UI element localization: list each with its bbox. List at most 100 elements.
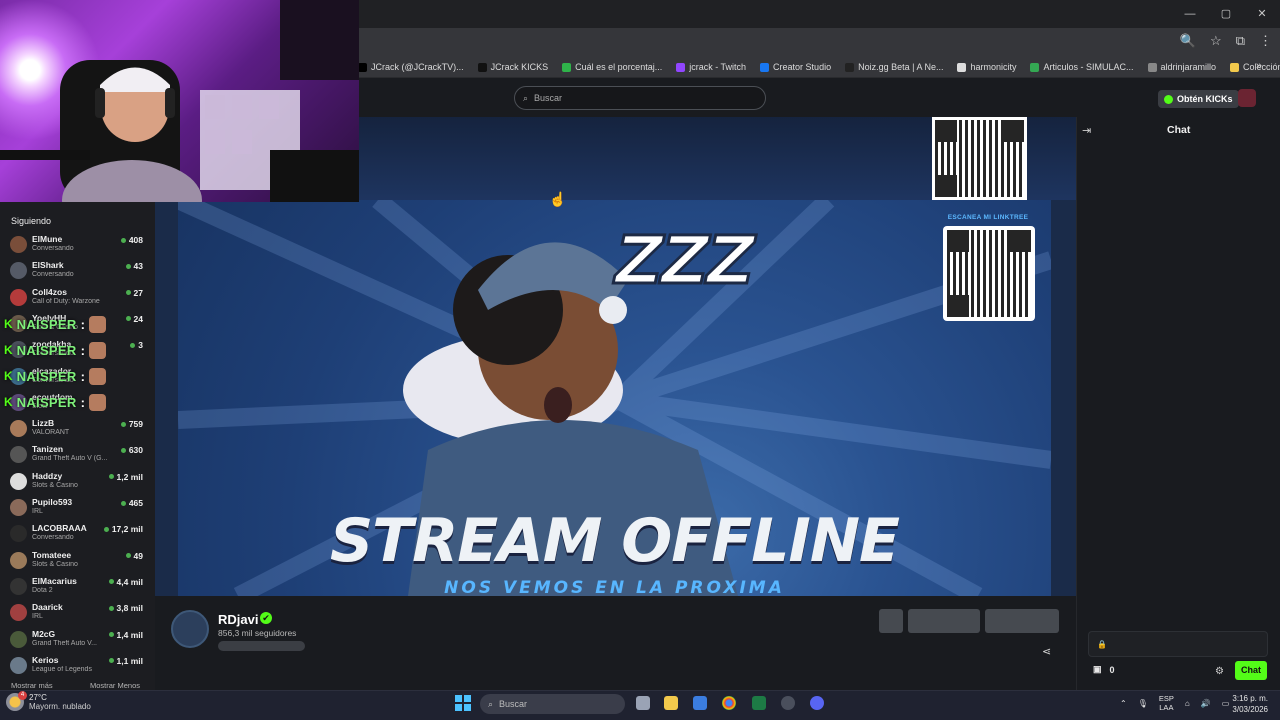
tray-overflow-icon[interactable]: ⌃ — [1120, 699, 1127, 708]
points-value: 0 — [1109, 664, 1115, 675]
bookmark-favicon-icon — [1147, 62, 1157, 72]
following-item[interactable]: Coll4zos Call of Duty: Warzone 27 — [10, 287, 150, 313]
network-icon[interactable]: ⌂ — [1185, 699, 1190, 708]
toolbar-icons: 🔍 ☆ ⧉ ⋮ — [1180, 33, 1272, 49]
chat-send-button[interactable]: Chat — [1235, 661, 1267, 680]
following-item[interactable]: M2cG Grand Theft Auto V... 1,4 mil — [10, 629, 150, 655]
task-view-icon[interactable] — [636, 696, 650, 710]
streamer-category: Conversando — [32, 534, 74, 542]
following-item[interactable]: Daarick IRL 3,8 mil — [10, 602, 150, 628]
show-more-link[interactable]: Mostrar más — [11, 681, 53, 690]
subscribe-button-placeholder[interactable] — [985, 609, 1059, 633]
maximize-button[interactable]: ▢ — [1208, 0, 1244, 28]
streamer-avatar — [10, 262, 27, 280]
following-item[interactable]: ElMacarius Dota 2 4,4 mil — [10, 576, 150, 602]
collapse-chat-icon[interactable]: ⇥ — [1082, 124, 1091, 137]
viewer-count: 4,4 mil — [108, 577, 143, 587]
live-dot-icon — [108, 605, 114, 611]
get-kicks-button[interactable]: Obtén KICKs — [1158, 90, 1239, 108]
bookmark-item[interactable]: jcrack - Twitch — [676, 62, 746, 72]
points-icon: ▣ — [1093, 664, 1102, 674]
following-item[interactable]: LizzB VALORANT 759 — [10, 418, 150, 444]
bookmark-item[interactable]: harmonicity — [957, 62, 1016, 72]
streamer-name: ElMune — [32, 234, 63, 244]
volume-icon[interactable]: 🔊 — [1201, 699, 1211, 708]
kick-logo-icon: K — [4, 343, 13, 357]
following-item[interactable]: Pupilo593 IRL 465 — [10, 497, 150, 523]
bookmark-item[interactable]: JCrack (@JCrackTV)... — [358, 62, 464, 72]
extensions-icon[interactable]: ⧉ — [1236, 33, 1245, 49]
search-input[interactable]: ⌕ Buscar — [514, 86, 766, 110]
minimize-button[interactable]: — — [1172, 0, 1208, 28]
bookmark-label: Cuál es el porcentaj... — [575, 62, 663, 72]
alert-emote — [88, 367, 106, 385]
file-explorer-icon[interactable] — [664, 696, 678, 710]
show-less-link[interactable]: Mostrar Menos — [90, 681, 140, 690]
bookmark-item[interactable]: Cuál es el porcentaj... — [562, 62, 662, 72]
viewer-count-value: 1,4 mil — [116, 629, 143, 640]
bookmark-item[interactable]: JCrack KICKS — [477, 62, 548, 72]
chat-alert-line: K NAISPER: — [4, 366, 106, 386]
bookmark-label: harmonicity — [970, 62, 1017, 72]
offline-title: STREAM OFFLINE — [329, 506, 900, 576]
following-item[interactable]: Tanizen Grand Theft Auto V (G... 630 — [10, 444, 150, 470]
excel-icon[interactable] — [752, 696, 766, 710]
alert-username: NAISPER — [16, 342, 77, 358]
microphone-icon[interactable]: 🎙 — [1138, 699, 1148, 708]
viewer-count-value: 1,1 mil — [116, 655, 143, 666]
following-item[interactable]: Haddzy Slots & Casino 1,2 mil — [10, 471, 150, 497]
clock-date: 3/03/2026 — [1232, 705, 1268, 714]
browser-menu-icon[interactable]: ⋮ — [1259, 33, 1272, 49]
channel-name[interactable]: RDjavi — [218, 612, 258, 627]
streamer-category: Dota 2 — [32, 586, 53, 594]
bookmark-item[interactable]: aldrinjaramillo — [1147, 62, 1216, 72]
live-dot-icon — [125, 553, 131, 559]
live-dot-icon — [125, 263, 131, 269]
taskbar-clock[interactable]: 3:16 p. m. 3/03/2026 — [1232, 693, 1268, 715]
live-dot-icon — [108, 658, 114, 664]
bookmark-item[interactable]: Noiz.gg Beta | A Ne... — [845, 62, 943, 72]
battery-icon[interactable]: ▭ — [1222, 699, 1230, 708]
bookmarks-more-button[interactable]: » — [1256, 60, 1262, 72]
following-item[interactable]: LACOBRAAA Conversando 17,2 mil — [10, 523, 150, 549]
keyboard-layout: LAA — [1159, 703, 1174, 712]
bookmark-item[interactable]: Articulos - SIMULAC... — [1030, 62, 1134, 72]
discord-icon[interactable] — [810, 696, 824, 710]
app-icon[interactable] — [781, 696, 795, 710]
user-avatar[interactable] — [1238, 89, 1256, 107]
weather-widget[interactable]: 27°C Mayorm. nublado 4 — [6, 691, 91, 711]
streamer-avatar — [10, 288, 27, 306]
bookmark-star-icon[interactable]: ☆ — [1210, 33, 1222, 49]
outlook-icon[interactable] — [693, 696, 707, 710]
chrome-icon[interactable] — [722, 696, 736, 710]
chat-alert-line: K NAISPER: — [4, 314, 106, 334]
windows-start-icon[interactable] — [455, 695, 471, 711]
following-item[interactable]: Kerios League of Legends 1,1 mil — [10, 655, 150, 681]
taskbar-search[interactable]: ⌕ Buscar — [480, 694, 625, 714]
following-item[interactable]: ElShark Conversando 43 — [10, 260, 150, 286]
streamer-name: Pupilo593 — [32, 497, 73, 507]
chat-settings-icon[interactable]: ⚙ — [1215, 666, 1224, 677]
zoom-icon[interactable]: 🔍 — [1180, 33, 1196, 49]
viewer-count-value: 759 — [128, 419, 143, 430]
close-button[interactable]: ✕ — [1244, 0, 1280, 28]
share-icon[interactable]: ⋖ — [1042, 645, 1051, 658]
live-dot-icon — [120, 421, 126, 427]
bookmark-label: jcrack - Twitch — [689, 62, 747, 72]
bookmark-favicon-icon — [676, 62, 686, 72]
notifications-button-placeholder[interactable] — [879, 609, 903, 633]
channel-avatar[interactable] — [171, 610, 209, 648]
streamer-category: VALORANT — [32, 429, 70, 437]
chat-message-input[interactable]: 🔒 — [1088, 631, 1268, 657]
language-indicator[interactable]: ESP LAA — [1159, 694, 1174, 712]
nightcap-pompom — [599, 296, 627, 324]
bookmark-item[interactable]: Creator Studio — [760, 62, 831, 72]
viewer-count: 3,8 mil — [108, 603, 143, 613]
lock-icon: 🔒 — [1097, 640, 1107, 649]
following-item[interactable]: ElMune Conversando 408 — [10, 234, 150, 260]
weather-temp: 27°C — [29, 693, 47, 702]
channel-points[interactable]: ▣ 0 — [1093, 664, 1115, 675]
follow-button-placeholder[interactable] — [908, 609, 980, 633]
kick-logo-icon: K — [4, 395, 13, 409]
following-item[interactable]: Tomateee Slots & Casino 49 — [10, 550, 150, 576]
